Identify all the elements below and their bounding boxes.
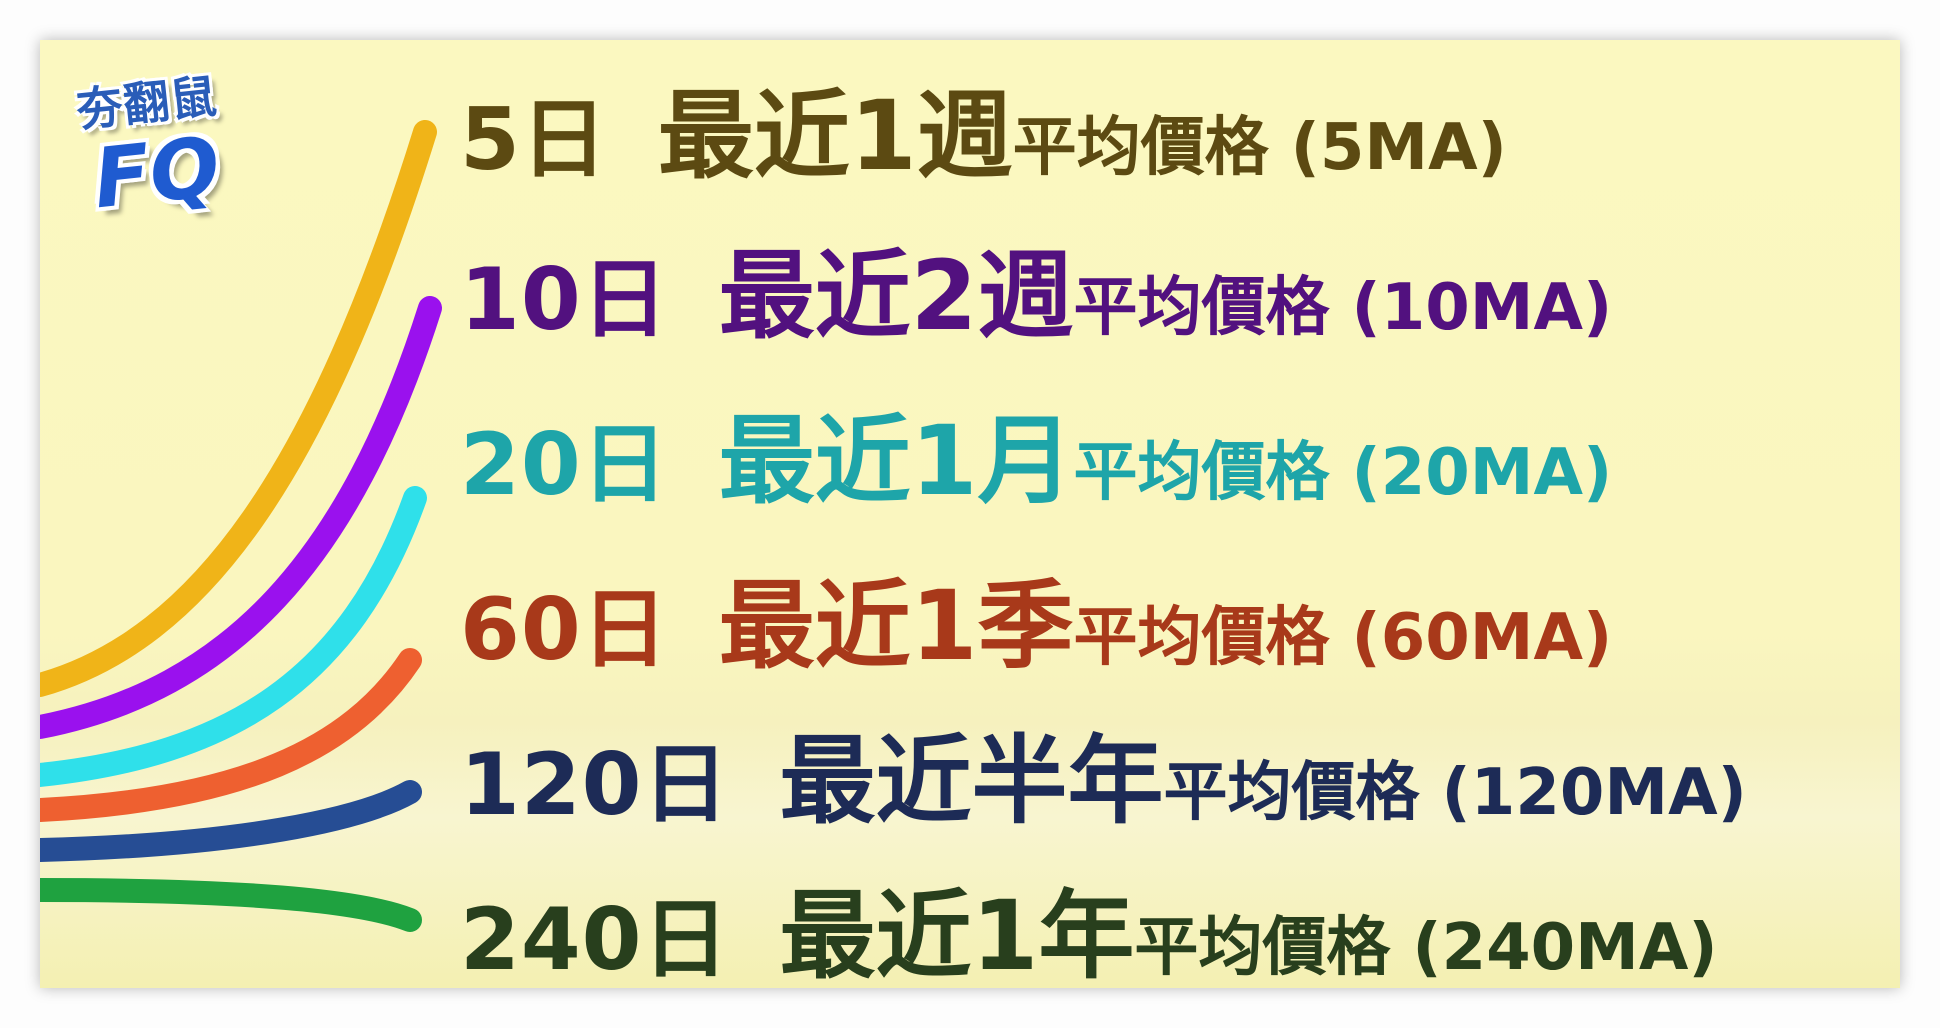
ma-label: (120MA) (1441, 756, 1747, 830)
days-label: 5日 (460, 90, 608, 190)
moving-average-slide: 夯翻鼠 FQ 5日 最近1週平均價格 (5MA) 10日 最近2週平均價格 (10MA)… (40, 40, 1900, 988)
average-price-label: 平均價格 (1073, 436, 1330, 510)
period-label: 最近半年 (779, 725, 1164, 837)
period-label: 最近1年 (779, 880, 1135, 988)
period-label: 最近2週 (718, 240, 1074, 352)
period-label: 最近1月 (718, 405, 1074, 517)
ma-label: (20MA) (1351, 436, 1613, 510)
row-60ma: 60日 最近1季平均價格 (60MA) (460, 578, 1612, 674)
ma-label: (5MA) (1290, 111, 1507, 185)
row-240ma: 240日 最近1年平均價格 (240MA) (460, 888, 1718, 984)
days-label: 10日 (460, 250, 669, 350)
average-price-label: 平均價格 (1073, 271, 1330, 345)
period-label: 最近1週 (657, 80, 1013, 192)
ma-label: (60MA) (1351, 601, 1613, 675)
days-label: 20日 (460, 415, 669, 515)
average-price-label: 平均價格 (1073, 601, 1330, 675)
days-label: 240日 (460, 890, 730, 988)
days-label: 120日 (460, 735, 730, 835)
ma-label: (240MA) (1412, 911, 1718, 985)
row-20ma: 20日 最近1月平均價格 (20MA) (460, 413, 1612, 509)
video-frame: 夯翻鼠 FQ 5日 最近1週平均價格 (5MA) 10日 最近2週平均價格 (10MA)… (0, 0, 1940, 1028)
row-5ma: 5日 最近1週平均價格 (5MA) (460, 88, 1507, 184)
average-price-label: 平均價格 (1134, 911, 1391, 985)
row-10ma: 10日 最近2週平均價格 (10MA) (460, 248, 1612, 344)
days-label: 60日 (460, 580, 669, 680)
average-price-label: 平均價格 (1163, 756, 1420, 830)
curve-240ma (40, 878, 422, 932)
average-price-label: 平均價格 (1012, 111, 1269, 185)
channel-logo: 夯翻鼠 FQ (74, 64, 276, 264)
ma-label: (10MA) (1351, 271, 1613, 345)
period-label: 最近1季 (718, 570, 1074, 682)
row-120ma: 120日 最近半年平均價格 (120MA) (460, 733, 1747, 829)
logo-fq-text: FQ (89, 119, 225, 228)
